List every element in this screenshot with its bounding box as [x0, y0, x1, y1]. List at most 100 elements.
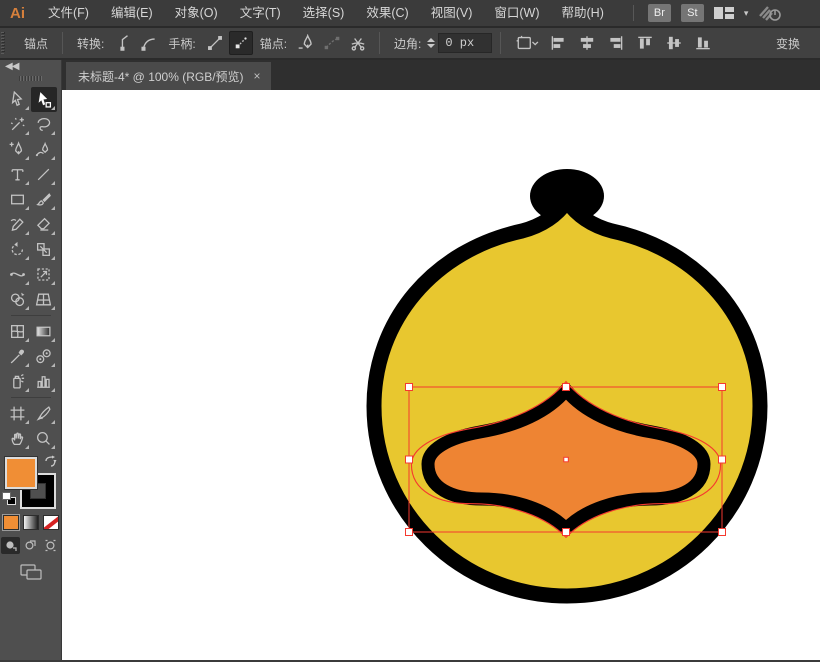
type-tool[interactable] [5, 162, 31, 187]
align-left-button[interactable] [546, 31, 570, 55]
document-tab-title: 未标题-4* @ 100% (RGB/预览) [78, 68, 244, 85]
controlbar-grip[interactable] [1, 32, 8, 54]
selection-handle[interactable] [719, 456, 726, 463]
workspace-switcher-icon[interactable] [714, 6, 734, 20]
tools-panel: ◀◀ [0, 60, 62, 660]
drawing-mode-buttons [0, 537, 61, 554]
menu-help[interactable]: 帮助(H) [551, 0, 615, 26]
cut-path-button[interactable] [346, 31, 370, 55]
align-top-button[interactable] [633, 31, 657, 55]
illustrator-logo: Ai [0, 5, 37, 22]
draw-inside-mode-button[interactable] [41, 537, 60, 554]
anchors-label: 锚点: [260, 35, 287, 52]
align-center-vertical-button[interactable] [662, 31, 686, 55]
swap-fill-stroke-icon[interactable] [44, 455, 57, 473]
gradient-button[interactable] [23, 515, 39, 530]
rectangle-tool[interactable] [5, 187, 31, 212]
color-button[interactable] [3, 515, 19, 530]
remove-anchor-button[interactable] [294, 31, 318, 55]
artboard-canvas[interactable] [62, 90, 820, 660]
corner-label: 边角: [394, 35, 421, 52]
show-handles-button[interactable] [203, 31, 227, 55]
line-segment-tool[interactable] [31, 162, 57, 187]
draw-normal-mode-button[interactable] [1, 537, 20, 554]
menu-effect[interactable]: 效果(C) [355, 0, 419, 26]
symbol-sprayer-tool[interactable] [5, 369, 31, 394]
fill-color-swatch[interactable] [5, 457, 37, 489]
stock-button[interactable]: St [681, 4, 704, 22]
draw-behind-mode-button[interactable] [21, 537, 40, 554]
perspective-grid-tool[interactable] [31, 287, 57, 312]
touch-workspace-icon[interactable] [758, 4, 782, 22]
chevron-down-icon[interactable]: ▾ [744, 8, 749, 19]
menu-file[interactable]: 文件(F) [37, 0, 100, 26]
rotate-tool[interactable] [5, 237, 31, 262]
align-bottom-button[interactable] [691, 31, 715, 55]
handles-label: 手柄: [168, 35, 195, 52]
magic-wand-tool[interactable] [5, 112, 31, 137]
slice-tool[interactable] [31, 401, 57, 426]
align-center-horizontal-button[interactable] [575, 31, 599, 55]
blend-tool[interactable] [31, 344, 57, 369]
artwork [62, 90, 820, 660]
menu-bar: Ai 文件(F) 编辑(E) 对象(O) 文字(T) 选择(S) 效果(C) 视… [0, 0, 820, 28]
pen-tool[interactable] [5, 137, 31, 162]
width-tool[interactable] [5, 262, 31, 287]
menubar-separator [633, 5, 634, 21]
selection-handle[interactable] [719, 384, 726, 391]
selection-handle[interactable] [406, 456, 413, 463]
document-tab[interactable]: 未标题-4* @ 100% (RGB/预览) × [66, 62, 271, 90]
selection-handle[interactable] [563, 529, 570, 536]
curvature-tool[interactable] [31, 137, 57, 162]
selection-handle[interactable] [406, 529, 413, 536]
paintbrush-tool[interactable] [31, 187, 57, 212]
selection-tool[interactable] [5, 87, 31, 112]
direct-selection-tool[interactable] [31, 87, 57, 112]
screen-mode-icon[interactable] [18, 562, 44, 582]
connect-anchors-button[interactable] [320, 31, 344, 55]
gradient-tool[interactable] [31, 319, 57, 344]
convert-label: 转换: [77, 35, 104, 52]
selection-handle[interactable] [719, 529, 726, 536]
eyedropper-tool[interactable] [5, 344, 31, 369]
align-right-button[interactable] [604, 31, 628, 55]
transform-label[interactable]: 变换 [770, 35, 806, 52]
artboard-tool[interactable] [5, 401, 31, 426]
default-fill-stroke-icon[interactable] [2, 492, 16, 505]
none-button[interactable] [43, 515, 59, 530]
control-bar: 锚点 转换: 手柄: 锚点: 边角: [0, 28, 820, 60]
corner-radius-input[interactable] [438, 33, 492, 53]
corner-stepper[interactable] [427, 38, 435, 48]
convert-to-corner-button[interactable] [111, 31, 135, 55]
shaper-tool[interactable] [5, 212, 31, 237]
collapse-panel-icon[interactable]: ◀◀ [0, 60, 61, 74]
menu-edit[interactable]: 编辑(E) [100, 0, 164, 26]
isolate-object-button[interactable] [510, 31, 544, 55]
menu-window[interactable]: 窗口(W) [483, 0, 550, 26]
zoom-tool[interactable] [31, 426, 57, 451]
menu-object[interactable]: 对象(O) [164, 0, 229, 26]
lasso-tool[interactable] [31, 112, 57, 137]
anchor-panel-label: 锚点 [24, 35, 48, 52]
mesh-tool[interactable] [5, 319, 31, 344]
column-graph-tool[interactable] [31, 369, 57, 394]
eraser-tool[interactable] [31, 212, 57, 237]
free-transform-tool[interactable] [31, 262, 57, 287]
selection-center-point [564, 457, 569, 462]
tab-close-icon[interactable]: × [254, 69, 261, 83]
hand-tool[interactable] [5, 426, 31, 451]
selection-handle[interactable] [563, 384, 570, 391]
tool-grid [0, 87, 61, 451]
convert-to-smooth-button[interactable] [137, 31, 161, 55]
panel-grip[interactable] [19, 76, 43, 81]
menu-type[interactable]: 文字(T) [229, 0, 292, 26]
hide-handles-button[interactable] [229, 31, 253, 55]
bridge-button[interactable]: Br [648, 4, 671, 22]
fill-stroke-area [0, 455, 61, 511]
selection-handle[interactable] [406, 384, 413, 391]
scale-tool[interactable] [31, 237, 57, 262]
shape-builder-tool[interactable] [5, 287, 31, 312]
menu-view[interactable]: 视图(V) [420, 0, 484, 26]
paint-style-buttons [0, 515, 61, 530]
menu-select[interactable]: 选择(S) [292, 0, 356, 26]
